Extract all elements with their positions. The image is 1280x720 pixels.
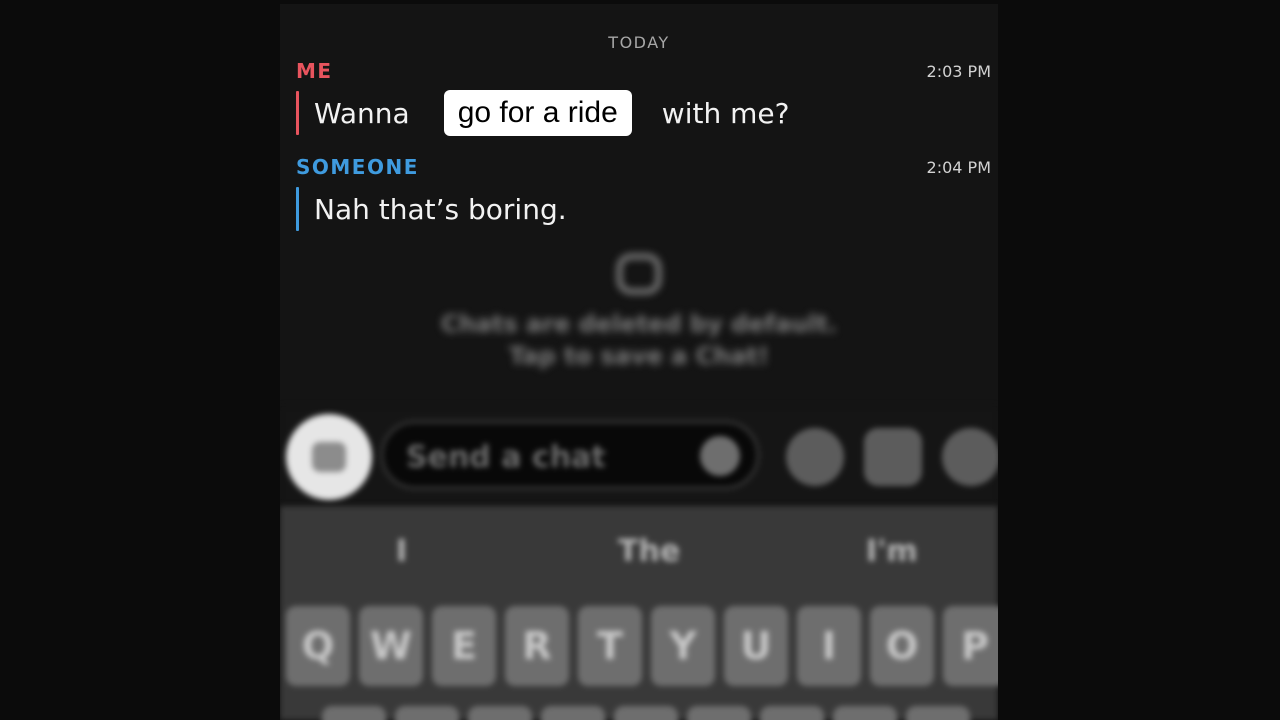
sender-someone-label: SOMEONE — [296, 155, 419, 179]
key-o[interactable]: O — [870, 606, 934, 686]
gallery-icon[interactable] — [864, 428, 922, 486]
chat-input[interactable]: Send a chat — [380, 420, 760, 490]
key[interactable] — [468, 706, 532, 720]
game-icon[interactable] — [942, 428, 998, 486]
key[interactable] — [833, 706, 897, 720]
key-r[interactable]: R — [505, 606, 569, 686]
suggestion[interactable]: I'm — [866, 534, 918, 569]
chat-input-bar: Send a chat — [280, 406, 998, 506]
microphone-icon[interactable] — [700, 436, 740, 476]
suggestion-bar: I The I'm — [280, 534, 998, 574]
key[interactable] — [687, 706, 751, 720]
key-t[interactable]: T — [578, 606, 642, 686]
message-time: 2:04 PM — [926, 158, 991, 177]
message-text-before: Wanna — [314, 96, 410, 130]
chat-input-placeholder: Send a chat — [406, 440, 606, 475]
sender-color-bar — [296, 187, 299, 231]
keyboard: I The I'm Q W E R T Y U I O P — [280, 506, 998, 720]
key-u[interactable]: U — [724, 606, 788, 686]
chat-bubble-icon — [617, 254, 661, 294]
sticker-icon[interactable] — [786, 428, 844, 486]
key[interactable] — [614, 706, 678, 720]
message-me[interactable]: Wanna go for a ride with me? — [296, 90, 790, 136]
key[interactable] — [760, 706, 824, 720]
sender-me-label: ME — [296, 59, 333, 83]
info-line: Tap to save a Chat! — [509, 342, 769, 370]
key[interactable] — [395, 706, 459, 720]
message-text-after: with me? — [661, 96, 790, 130]
key-w[interactable]: W — [359, 606, 423, 686]
key-e[interactable]: E — [432, 606, 496, 686]
camera-icon — [312, 442, 346, 472]
stage: TODAY ME 2:03 PM Wanna go for a ride wit… — [0, 0, 1280, 720]
key[interactable] — [906, 706, 970, 720]
message-someone[interactable]: Nah that’s boring. — [296, 187, 567, 231]
highlighted-phrase: go for a ride — [443, 90, 632, 136]
suggestion[interactable]: I — [396, 534, 407, 569]
key[interactable] — [322, 706, 386, 720]
key-i[interactable]: I — [797, 606, 861, 686]
camera-button[interactable] — [286, 414, 372, 500]
key-y[interactable]: Y — [651, 606, 715, 686]
key-q[interactable]: Q — [286, 606, 350, 686]
phone-screen: TODAY ME 2:03 PM Wanna go for a ride wit… — [280, 4, 998, 720]
sender-color-bar — [296, 91, 299, 135]
suggestion[interactable]: The — [618, 534, 680, 569]
info-line: Chats are deleted by default. — [440, 310, 838, 338]
key[interactable] — [541, 706, 605, 720]
key-p[interactable]: P — [943, 606, 998, 686]
chat-thread[interactable]: TODAY ME 2:03 PM Wanna go for a ride wit… — [280, 4, 998, 406]
chat-info-notice: Chats are deleted by default. Tap to sav… — [280, 254, 998, 372]
message-time: 2:03 PM — [926, 62, 991, 81]
day-separator: TODAY — [608, 33, 670, 52]
message-text: Nah that’s boring. — [314, 192, 567, 226]
